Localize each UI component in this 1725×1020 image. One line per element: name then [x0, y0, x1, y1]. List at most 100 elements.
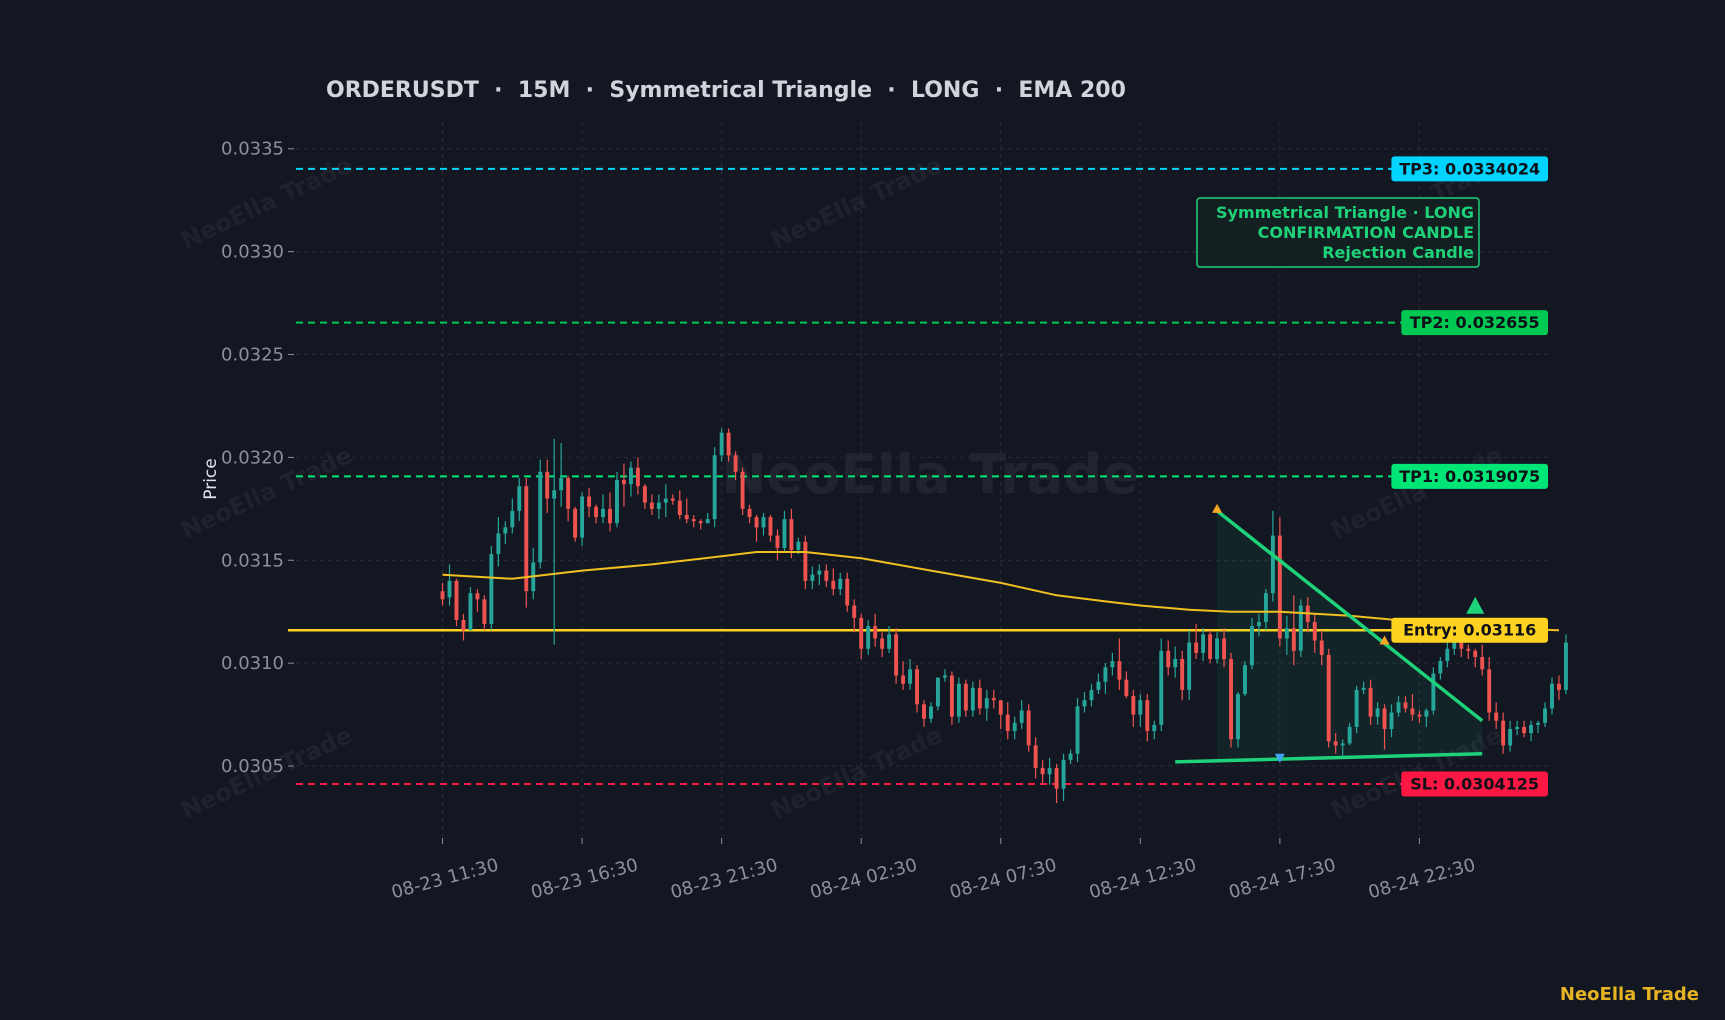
- candle-body: [622, 480, 626, 485]
- candle-body: [1110, 661, 1115, 668]
- candle-body: [1145, 700, 1150, 732]
- candle-body: [1473, 650, 1478, 657]
- candle-body: [1005, 714, 1010, 732]
- candle-body: [1117, 661, 1122, 680]
- candle-body: [1229, 659, 1233, 740]
- candle-body: [1543, 708, 1547, 723]
- candle: [1208, 630, 1213, 664]
- candle-body: [768, 517, 773, 536]
- candle-body: [503, 527, 508, 534]
- trading-chart: NeoElla Trade NeoElla Trade NeoElla Trade N…: [0, 0, 1725, 1020]
- candle-body: [740, 471, 745, 509]
- candle-body: [1243, 665, 1247, 695]
- candle-body: [1236, 694, 1240, 740]
- candle-body: [1250, 626, 1254, 666]
- candle-body: [1557, 683, 1561, 690]
- candle-body: [1466, 648, 1471, 651]
- candle-body: [1201, 634, 1206, 653]
- candle-body: [845, 578, 850, 606]
- candle-body: [1222, 638, 1226, 660]
- candle: [1075, 698, 1080, 762]
- candle: [1243, 661, 1247, 697]
- candle-body: [1075, 706, 1080, 754]
- candle-body: [712, 455, 717, 520]
- candle-body: [489, 554, 494, 625]
- candle-body: [873, 626, 878, 639]
- tp2-level-tag: TP2: 0.032655: [1401, 310, 1548, 336]
- candle-body: [970, 687, 975, 711]
- candle-body: [908, 669, 912, 684]
- candle-body: [1347, 726, 1352, 744]
- candle-body: [838, 578, 843, 590]
- candle-body: [517, 486, 522, 511]
- y-tick-label: 0.0330: [221, 242, 284, 263]
- tp1-level-tag: TP1: 0.0319075: [1391, 463, 1548, 489]
- candle-body: [1277, 535, 1282, 639]
- candle-body: [1410, 708, 1415, 715]
- candle-body: [1033, 745, 1038, 769]
- candle: [489, 545, 494, 631]
- candle-body: [628, 467, 633, 485]
- candle-body: [1508, 729, 1513, 746]
- candle-body: [922, 704, 926, 719]
- candle-body: [824, 570, 829, 581]
- candle-body: [475, 593, 480, 600]
- candle-body: [1326, 654, 1331, 742]
- candle: [1236, 691, 1240, 748]
- candle-body: [901, 675, 906, 684]
- candle-body: [1515, 726, 1520, 730]
- y-tick-label: 0.0315: [221, 550, 284, 571]
- candle-body: [1263, 593, 1268, 623]
- candle: [468, 587, 473, 631]
- candle-body: [1445, 648, 1450, 662]
- annotation-line-1: Symmetrical Triangle · LONG: [1216, 203, 1474, 222]
- candle-body: [705, 519, 710, 524]
- candle-body: [454, 580, 459, 620]
- candle-body: [615, 480, 619, 524]
- candle: [936, 677, 940, 711]
- candle-body: [649, 502, 654, 509]
- y-axis-label: Price: [201, 458, 221, 499]
- candle-body: [1424, 710, 1429, 717]
- candle-body: [831, 580, 836, 590]
- candle-body: [1103, 667, 1108, 682]
- candle-body: [1215, 638, 1220, 660]
- candle-body: [1354, 689, 1359, 727]
- candle-body: [1026, 710, 1031, 746]
- entry-level-tag-text: Entry: 0.03116: [1403, 621, 1536, 640]
- candle-body: [1194, 642, 1199, 653]
- candle-body: [775, 535, 780, 548]
- candle-body: [538, 471, 543, 563]
- center-watermark: NeoElla Trade: [721, 443, 1138, 506]
- candle-body: [642, 486, 647, 503]
- candle: [1354, 685, 1359, 734]
- candle-body: [594, 506, 598, 518]
- candle-body: [1480, 656, 1485, 670]
- candle-body: [1270, 535, 1275, 594]
- candle: [454, 578, 459, 627]
- candle: [1229, 652, 1233, 748]
- candle-body: [929, 706, 933, 719]
- candle-body: [1089, 689, 1094, 701]
- y-tick-label: 0.0310: [221, 653, 284, 674]
- candle-body: [510, 510, 515, 528]
- candle-body: [1187, 642, 1192, 690]
- candle-body: [810, 574, 815, 581]
- candle: [1277, 517, 1282, 647]
- candle: [894, 628, 899, 684]
- candle-body: [447, 580, 452, 598]
- candle-body: [1438, 661, 1443, 674]
- y-tick-label: 0.0335: [221, 139, 284, 160]
- candle-body: [754, 517, 759, 528]
- candle-body: [468, 593, 473, 631]
- candle-body: [956, 683, 961, 717]
- candle-body: [524, 486, 529, 592]
- candle: [1564, 634, 1568, 695]
- candle-body: [1068, 753, 1073, 760]
- candle-body: [1340, 743, 1345, 746]
- candle-body: [580, 496, 585, 538]
- brand-label: NeoElla Trade: [1560, 984, 1699, 1005]
- candle-body: [496, 533, 501, 555]
- candle-body: [1382, 708, 1387, 730]
- candle-body: [552, 490, 557, 499]
